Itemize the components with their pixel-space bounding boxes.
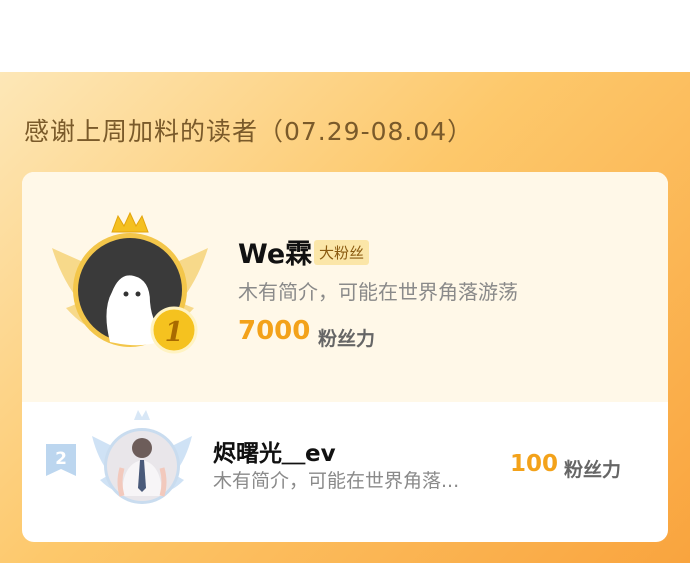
crown-icon — [111, 211, 149, 233]
rank-ribbon-icon: 2 — [46, 444, 76, 476]
svg-text:2: 2 — [55, 449, 67, 469]
first-place-score-unit: 粉丝力 — [318, 328, 376, 350]
first-place-bio: 木有简介，可能在世界角落游荡 — [238, 280, 518, 304]
leaderboard-card: 1 We霖 大粉丝 木有简介，可能在世界角落游荡 7000 粉丝力 2 烬曙光＿… — [22, 172, 668, 542]
panel-title: 感谢上周加料的读者（07.29-08.04） — [24, 117, 474, 146]
second-place-score: 100 — [510, 451, 559, 477]
avatar-photo — [107, 431, 177, 501]
second-place-bio: 木有简介，可能在世界角落... — [213, 470, 460, 492]
second-place-avatar-badge[interactable] — [92, 408, 192, 508]
svg-text:1: 1 — [165, 317, 184, 348]
first-place-username[interactable]: We霖 — [238, 232, 312, 271]
fan-level-tag: 大粉丝 — [314, 240, 370, 265]
second-place-username[interactable]: 烬曙光＿ev — [213, 434, 336, 468]
first-place-score: 7000 — [238, 316, 311, 346]
gold-medal-icon: 1 — [150, 306, 198, 354]
second-place-score-unit: 粉丝力 — [564, 459, 622, 481]
first-place-avatar-badge[interactable]: 1 — [50, 210, 210, 370]
